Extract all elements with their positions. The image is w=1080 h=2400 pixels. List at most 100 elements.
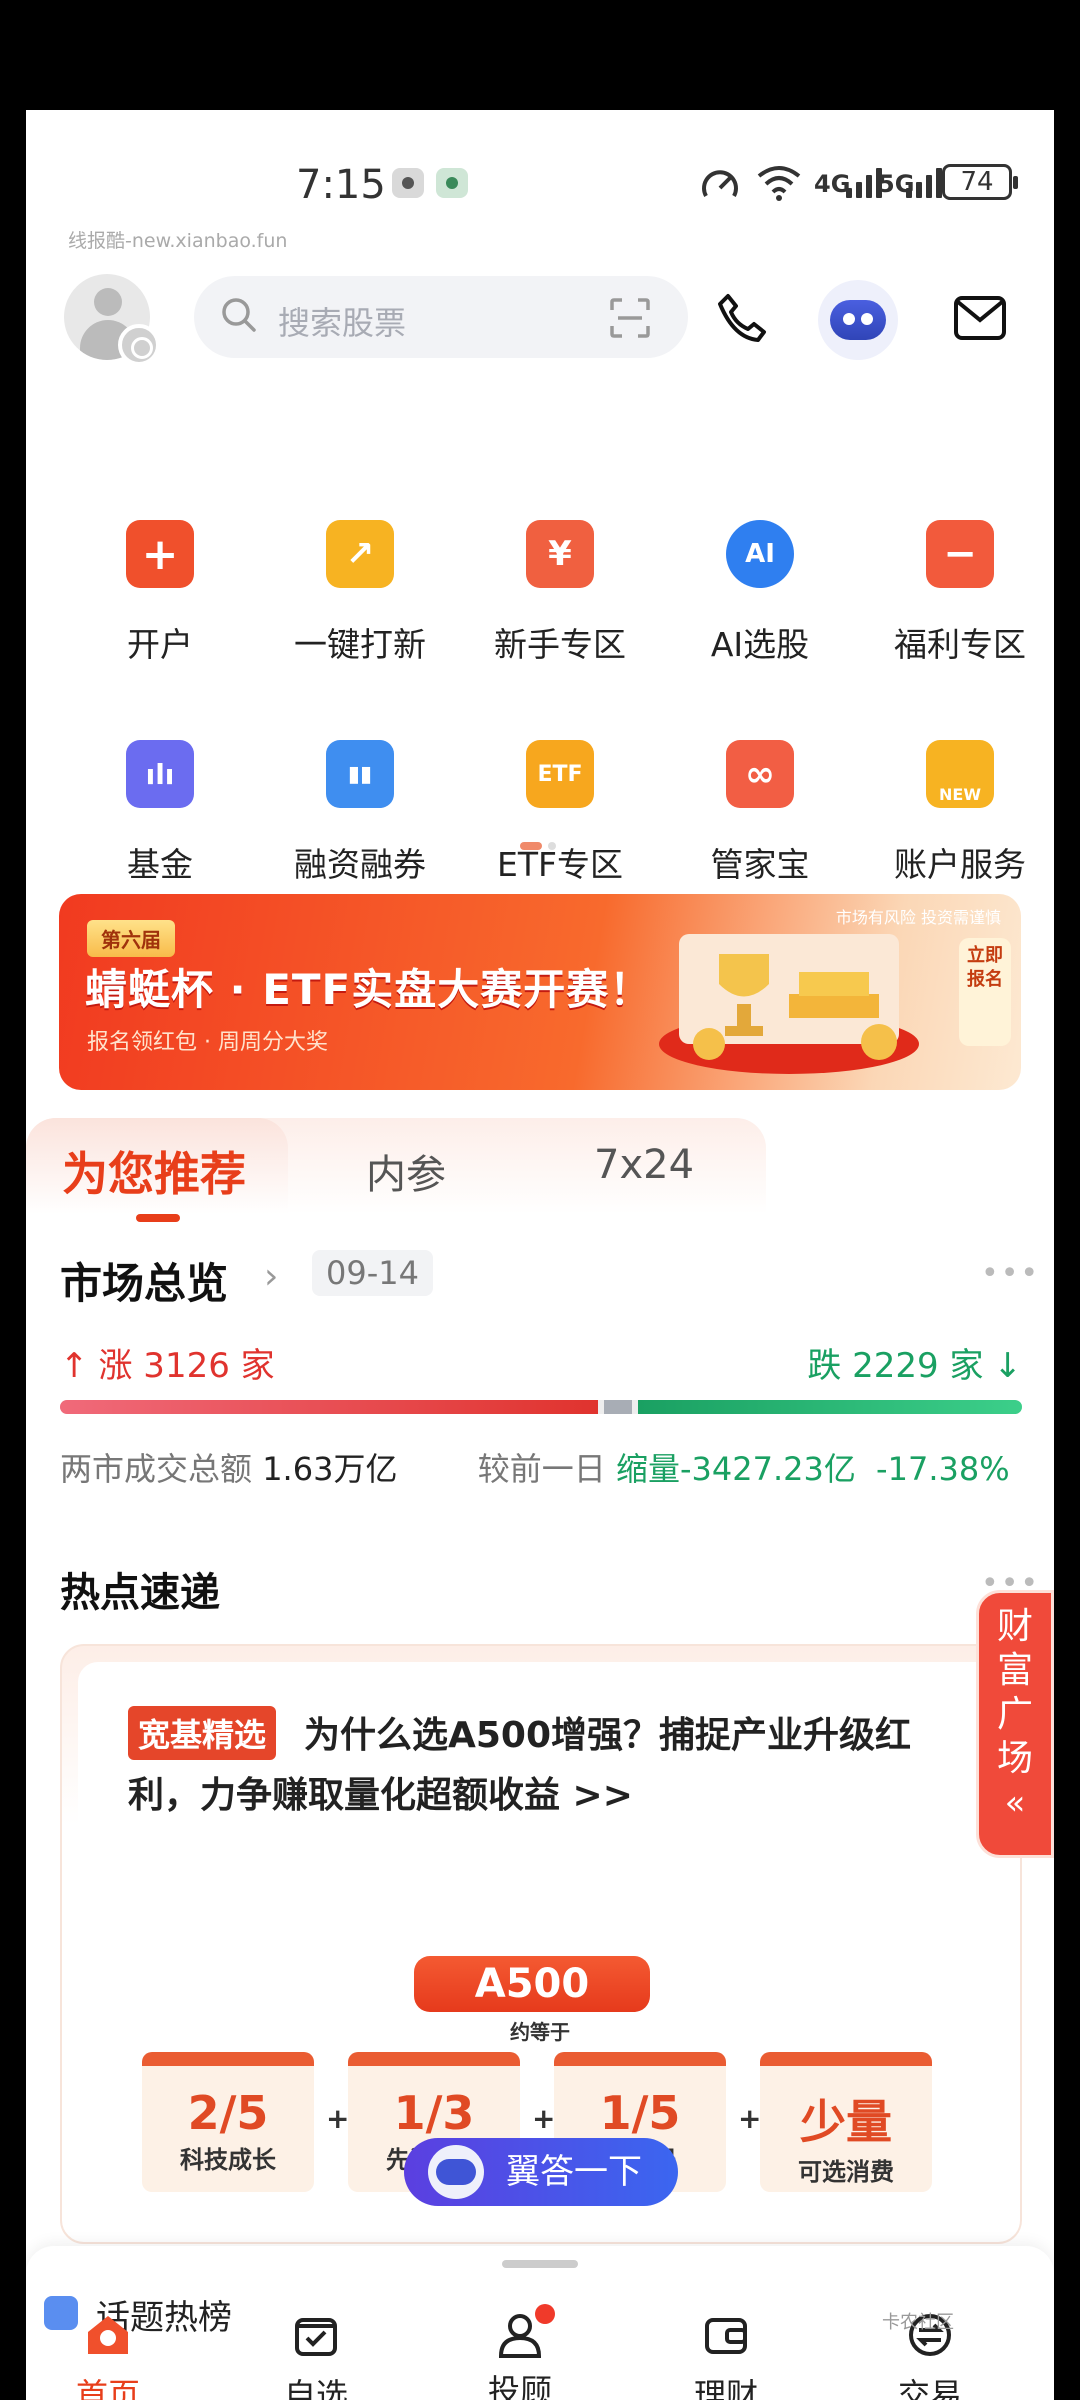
trend-card-icon: ↗ xyxy=(326,520,394,588)
grid-item-margin[interactable]: ▮▮ 融资融券 xyxy=(260,740,460,886)
nav-advisor[interactable]: 投顾 xyxy=(440,2304,600,2400)
promo-banner[interactable]: 第六届 蜻蜓杯 · ETF实盘大赛开赛！ 报名领红包 · 周周分大奖 市场有风险… xyxy=(59,894,1021,1090)
grid-label: 账户服务 xyxy=(894,845,1026,884)
notification-icon xyxy=(392,168,424,198)
tab-7x24[interactable]: 7x24 xyxy=(594,1142,694,1188)
grid-label: AI选股 xyxy=(710,625,810,664)
tab-insider[interactable]: 内参 xyxy=(366,1142,446,1200)
chevron-right-icon[interactable]: › xyxy=(264,1256,278,1297)
home-icon xyxy=(88,2316,128,2354)
fund-chart-icon: ılı xyxy=(126,740,194,808)
composition-value: 2/5 xyxy=(187,2086,269,2140)
grid-label: 管家宝 xyxy=(710,845,810,884)
trophy-gold-illustration xyxy=(659,934,919,1074)
tab-recommend[interactable]: 为您推荐 xyxy=(62,1138,246,1204)
approx-label: 约等于 xyxy=(510,2020,570,2044)
composition-label: 科技成长 xyxy=(180,2146,276,2174)
search-icon xyxy=(222,298,256,332)
card-tag: 宽基精选 xyxy=(128,1706,277,1760)
page-indicator xyxy=(520,842,560,850)
notification-dot xyxy=(535,2304,555,2324)
banner-subtitle: 报名领红包 · 周周分大奖 xyxy=(87,1030,328,1055)
nav-label: 投顾 xyxy=(487,2372,552,2400)
decliners-label: 跌 2229 家 xyxy=(807,1346,984,1386)
speed-icon xyxy=(702,170,738,197)
yuan-gift-icon: ¥ xyxy=(526,520,594,588)
watermark: 线报酷-new.xianbao.fun xyxy=(68,230,288,252)
turnover-value: 1.63万亿 xyxy=(262,1450,398,1488)
compare-value: 缩量-3427.23亿 xyxy=(615,1450,856,1488)
compare-percent: -17.38% xyxy=(876,1450,1010,1488)
turnover-line: 两市成交总额 1.63万亿 较前一日 缩量-3427.23亿 -17.38% xyxy=(60,1444,1010,1490)
grid-label: 一键打新 xyxy=(294,625,426,664)
register-button[interactable]: 立即报名 xyxy=(959,938,1011,1046)
grid-item-open-account[interactable]: + 开户 xyxy=(60,520,260,666)
flat-segment xyxy=(604,1400,633,1414)
advance-segment xyxy=(60,1400,599,1414)
status-time: 7:15 xyxy=(296,162,386,208)
battery-icon: 74 xyxy=(942,164,1018,200)
notification-icon-2 xyxy=(436,168,468,198)
wifi-icon xyxy=(757,166,801,201)
nav-label: 自选 xyxy=(283,2376,348,2400)
signal-bars-icon-2 xyxy=(906,166,942,198)
scan-icon[interactable] xyxy=(608,296,652,340)
grid-item-fund[interactable]: ılı 基金 xyxy=(60,740,260,886)
ask-ai-label: 翼答一下 xyxy=(506,2152,642,2192)
mail-icon[interactable] xyxy=(952,292,1008,344)
phone-icon[interactable] xyxy=(714,290,770,346)
decline-segment xyxy=(638,1400,1022,1414)
nav-watchlist[interactable]: 自选 xyxy=(236,2310,396,2400)
grid-item-butler[interactable]: ∞ 管家宝 xyxy=(660,740,860,886)
plus-sign: + xyxy=(532,2102,556,2135)
nav-home[interactable]: 首页 xyxy=(28,2310,188,2400)
plus-sign: + xyxy=(326,2102,350,2135)
plus-sign: + xyxy=(738,2102,762,2135)
robot-icon xyxy=(428,2145,484,2199)
arrow-down-icon: ↓ xyxy=(993,1346,1023,1386)
grid-label: 福利专区 xyxy=(894,625,1026,664)
ai-assistant-icon[interactable] xyxy=(818,280,898,360)
grid-label: 开户 xyxy=(127,625,193,664)
avatar-badge-icon xyxy=(118,324,160,366)
signal-bars-icon xyxy=(846,166,882,198)
top-header: 搜索股票 xyxy=(26,260,1054,370)
drag-handle[interactable] xyxy=(502,2260,578,2268)
grid-item-newbie[interactable]: ¥ 新手专区 xyxy=(460,520,660,666)
composition-value: 1/3 xyxy=(393,2086,475,2140)
nav-label: 首页 xyxy=(75,2376,140,2400)
grid-label: ETF专区 xyxy=(497,845,623,884)
grid-item-ipo[interactable]: ↗ 一键打新 xyxy=(260,520,460,666)
more-icon[interactable]: ••• xyxy=(981,1256,1040,1291)
status-bar: 7:15 4G 5G 74 xyxy=(26,110,1054,210)
tab-active-underline xyxy=(136,1214,180,1222)
community-watermark: 卡农社区 xyxy=(882,2312,954,2333)
grid-item-account-service[interactable]: NEW 账户服务 xyxy=(860,740,1054,886)
advisor-icon xyxy=(495,2304,555,2360)
grid-item-ai-stock[interactable]: AI AI选股 xyxy=(660,520,860,666)
advancers-label: 涨 3126 家 xyxy=(98,1346,275,1386)
account-service-icon: NEW xyxy=(926,740,994,808)
grid-label: 融资融券 xyxy=(294,845,426,884)
banner-title: 蜻蜓杯 · ETF实盘大赛开赛！ xyxy=(85,965,653,1014)
grid-label: 基金 xyxy=(127,845,193,884)
hot-news-title: 热点速递 xyxy=(60,1570,220,1616)
composition-label: 可选消费 xyxy=(798,2158,894,2186)
nav-label: 交易 xyxy=(897,2376,962,2400)
double-chevron-left-icon: « xyxy=(1004,1783,1026,1823)
fortune-square-button[interactable]: 财富广场 « xyxy=(976,1590,1054,1858)
wallet-icon xyxy=(705,2318,747,2354)
market-overview-title[interactable]: 市场总览 xyxy=(60,1250,228,1311)
candlestick-icon: ▮▮ xyxy=(326,740,394,808)
arrow-up-icon: ↑ xyxy=(60,1346,89,1386)
advancers: ↑ 涨 3126 家 xyxy=(60,1338,275,1387)
market-date: 09-14 xyxy=(312,1250,433,1296)
ask-ai-button[interactable]: 翼答一下 xyxy=(404,2138,678,2206)
watchlist-icon xyxy=(295,2318,337,2356)
search-bar[interactable]: 搜索股票 xyxy=(194,276,688,358)
bottom-nav: 首页 自选 投顾 理财 交易 xyxy=(26,2304,1054,2400)
grid-item-etf[interactable]: ETF ETF专区 xyxy=(460,740,660,886)
nav-wealth[interactable]: 理财 xyxy=(646,2310,806,2400)
decliners: 跌 2229 家 ↓ xyxy=(807,1338,1022,1387)
grid-item-welfare[interactable]: − 福利专区 xyxy=(860,520,1054,666)
